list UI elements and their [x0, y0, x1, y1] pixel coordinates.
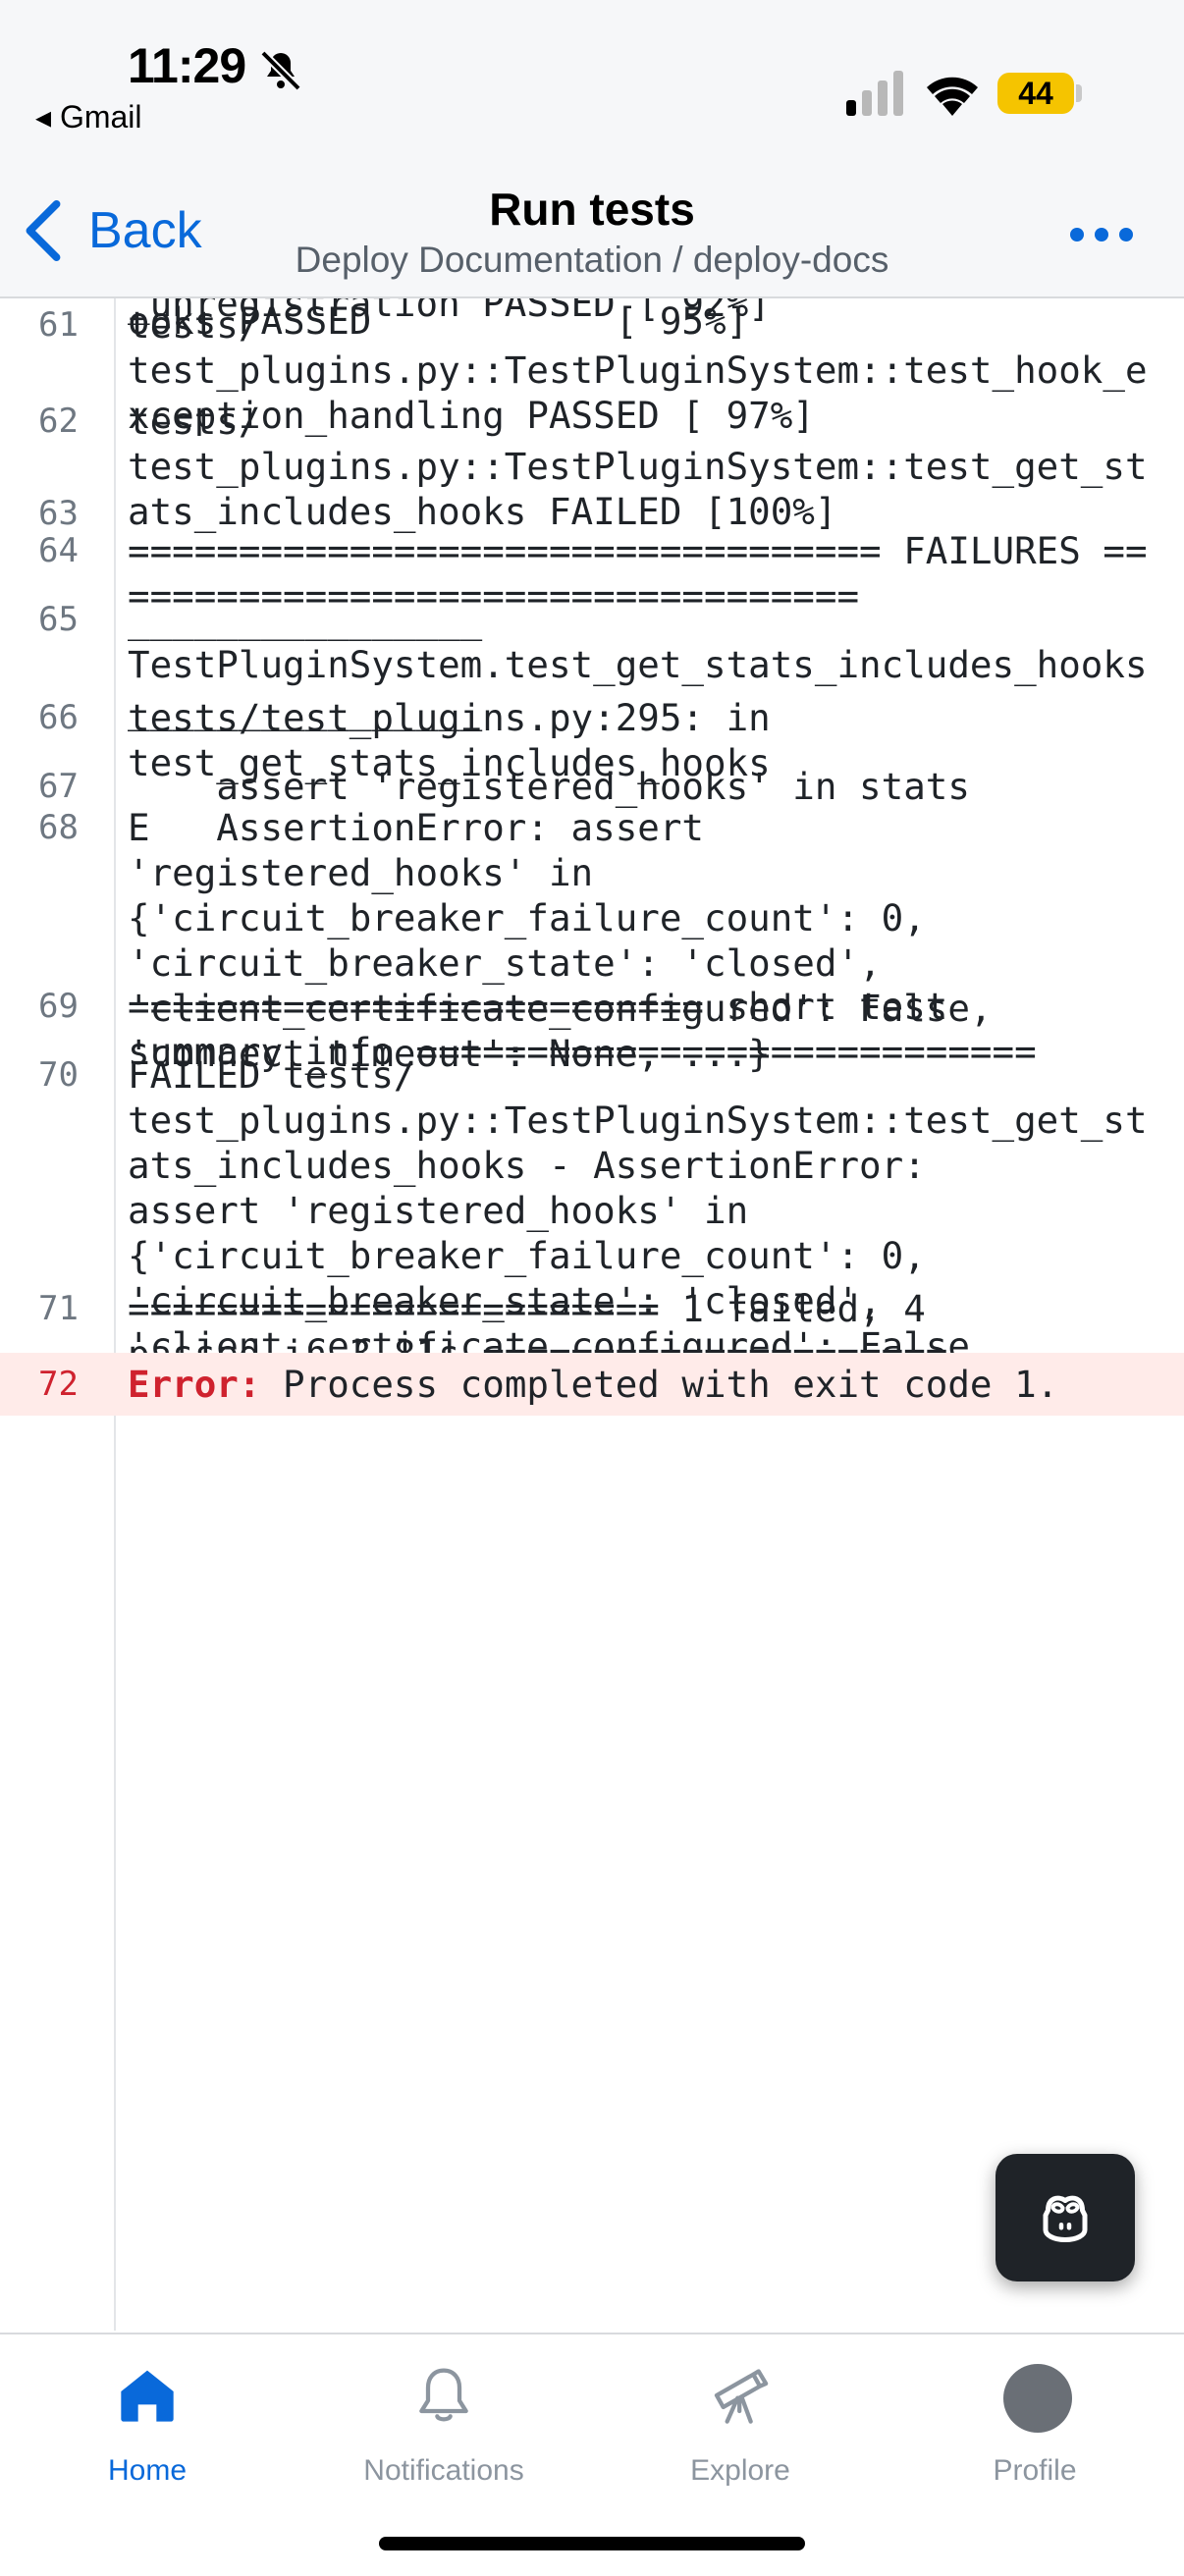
wifi-icon [927, 77, 978, 116]
clock: 11:29 [128, 38, 246, 93]
error-label: Error: [128, 1363, 261, 1406]
line-number: 69 [38, 987, 79, 1026]
tab-label: Notifications [363, 2454, 524, 2487]
tab-home[interactable]: Home [29, 2352, 265, 2490]
line-text: assert 'registered_hooks' in stats [128, 765, 970, 808]
line-text: tests/ test_plugins.py::TestPluginSystem… [128, 400, 1148, 533]
error-log-line: 72 Error: Process completed with exit co… [0, 1353, 1184, 1416]
line-number: 61 [38, 305, 79, 345]
line-number: 71 [38, 1289, 79, 1328]
line-number: 65 [38, 600, 79, 639]
tab-label: Explore [690, 2454, 790, 2487]
error-message: Process completed with exit code 1. [260, 1363, 1059, 1406]
page-title: Run tests [489, 184, 695, 235]
tab-explore[interactable]: Explore [622, 2352, 858, 2490]
home-indicator [379, 2537, 805, 2550]
line-number: 70 [38, 1055, 79, 1095]
line-text: Error: Process completed with exit code … [128, 1362, 1168, 1407]
battery-indicator: 44 [997, 73, 1074, 114]
telescope-icon [714, 2369, 769, 2424]
tab-label: Profile [993, 2454, 1077, 2487]
more-options-button[interactable] [1062, 218, 1141, 257]
tab-profile[interactable]: Profile [917, 2352, 1153, 2490]
gutter-divider [114, 298, 116, 2331]
line-number: 62 [38, 402, 79, 441]
bell-slash-icon [260, 50, 301, 91]
avatar [1003, 2364, 1072, 2433]
line-number: 64 [38, 531, 79, 570]
tab-notifications[interactable]: Notifications [326, 2352, 562, 2490]
log-viewer[interactable]: _unregistration PASSED [ 92%] 60 tests/ … [0, 298, 1184, 2331]
ellipsis-icon [1070, 228, 1084, 242]
home-icon [121, 2370, 174, 2422]
page-subtitle: Deploy Documentation / deploy-docs [295, 240, 889, 280]
navigation-bar: Back Run tests Deploy Documentation / de… [0, 157, 1184, 298]
line-number: 67 [38, 767, 79, 806]
back-to-gmail-link[interactable]: ◂ Gmail [35, 98, 142, 135]
cellular-signal-icon [846, 71, 903, 116]
copilot-button[interactable] [996, 2154, 1135, 2281]
status-bar: 11:29 ◂ Gmail 44 [0, 0, 1184, 157]
tab-label: Home [107, 2454, 188, 2487]
line-number: 66 [38, 698, 79, 737]
copilot-icon [1043, 2195, 1088, 2242]
bell-icon [419, 2368, 468, 2422]
line-number: 72 [38, 1365, 79, 1404]
battery-cap [1076, 84, 1082, 102]
line-number: 68 [38, 808, 79, 847]
